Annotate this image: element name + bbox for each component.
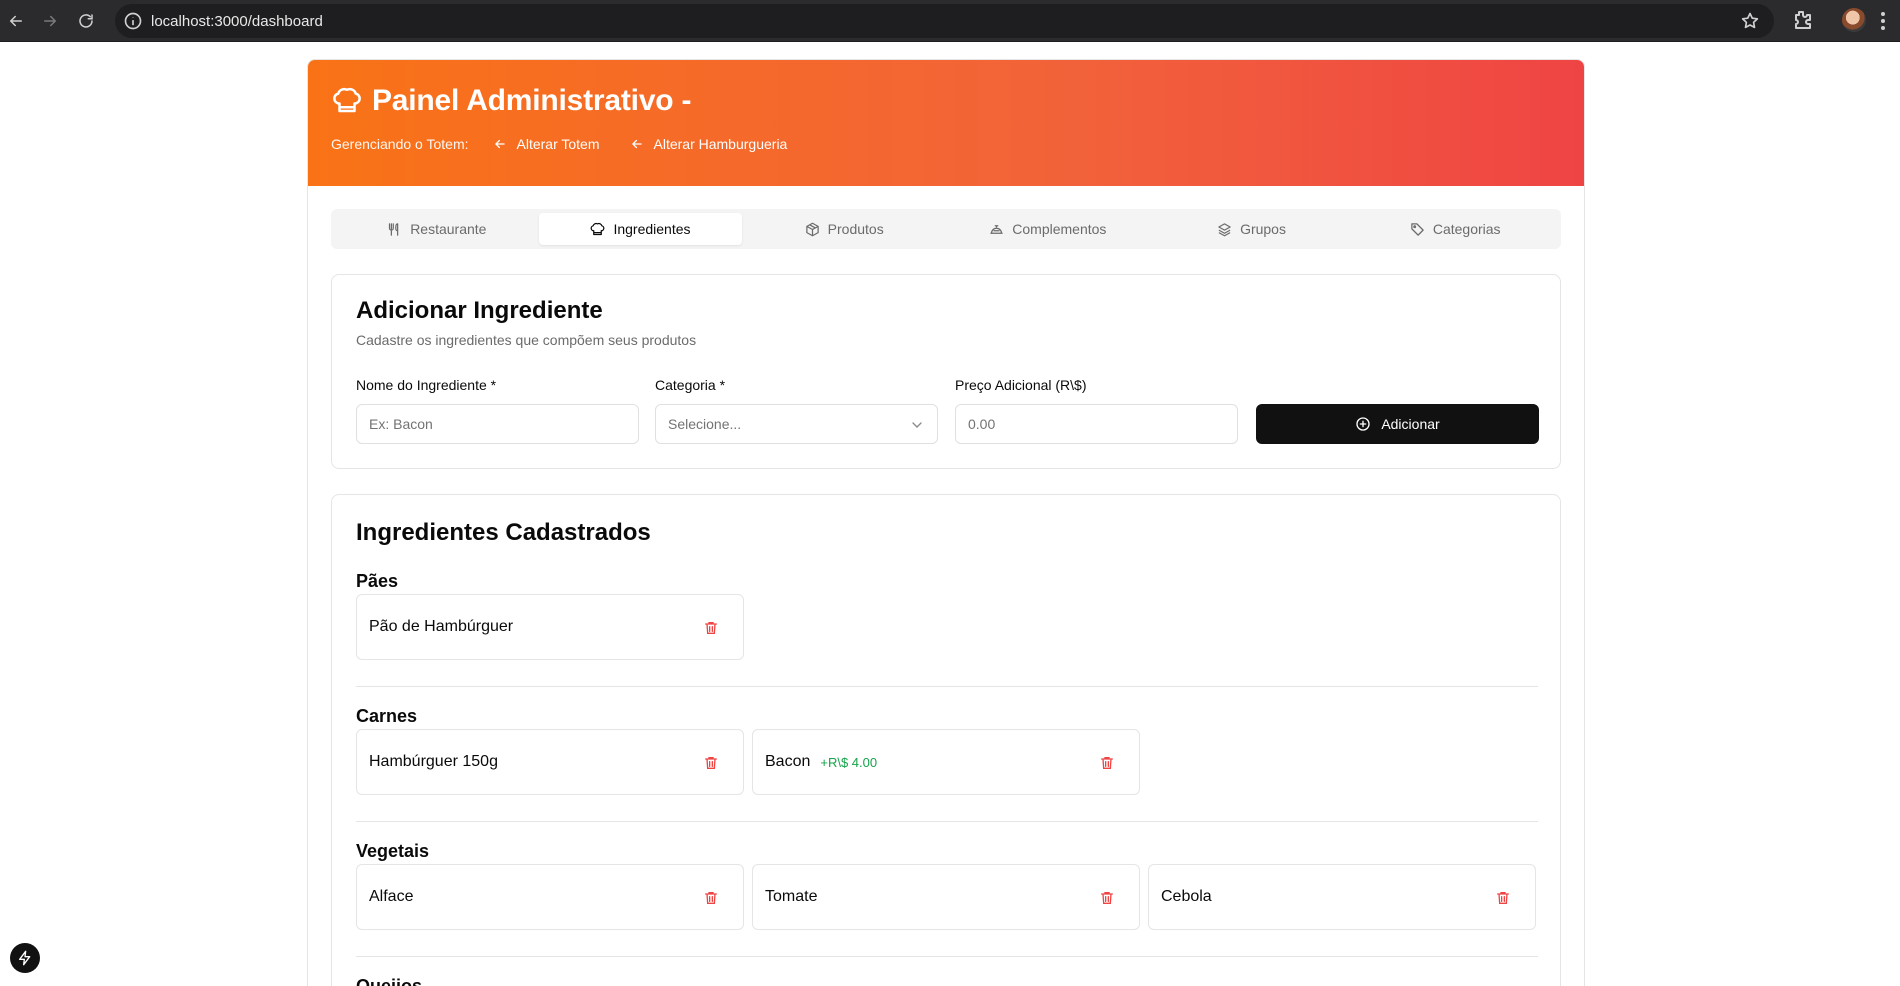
bookmark-star-icon[interactable] [1740, 11, 1760, 31]
category-heading: Pães [356, 571, 399, 591]
chef-hat-icon [333, 87, 361, 113]
category-label: Categoria * [655, 377, 726, 393]
ingredient-list: Hambúrguer 150g Bacon +R\$ 4.00 [356, 729, 1140, 795]
ingredients-list-card: Ingredientes Cadastrados Pães Pão de Ham… [331, 494, 1561, 986]
category-heading: Vegetais [356, 841, 430, 861]
change-restaurant-link[interactable]: Alterar Hamburgueria [630, 136, 788, 152]
layers-icon [1218, 222, 1231, 236]
ingredient-name: Bacon [765, 753, 811, 770]
chef-hat-icon [591, 222, 605, 235]
tab-complementos[interactable]: Complementos [946, 213, 1150, 245]
ingredient-name: Alface [369, 888, 414, 905]
trash-icon[interactable] [703, 890, 719, 906]
menu-icon[interactable] [1880, 9, 1886, 33]
add-ingredient-button[interactable]: Adicionar [1256, 404, 1539, 444]
category-heading: Carnes [356, 706, 418, 726]
totem-label: Gerenciando o Totem: [331, 136, 469, 152]
ingredient-name: Cebola [1161, 888, 1212, 905]
tab-restaurante[interactable]: Restaurante [335, 213, 539, 245]
cloche-icon [990, 224, 1004, 234]
page-title: Painel Administrativo - [372, 84, 692, 117]
extensions-icon[interactable] [1790, 8, 1814, 32]
site-info-icon[interactable] [123, 11, 143, 31]
trash-icon[interactable] [1099, 755, 1115, 771]
change-restaurant-label: Alterar Hamburgueria [653, 136, 788, 152]
tab-label: Ingredientes [613, 221, 691, 237]
ingredient-list: Alface Tomate Cebola [356, 864, 1536, 930]
browser-toolbar: localhost:3000/dashboard [0, 0, 1900, 42]
ingredient-name-placeholder: Ex: Bacon [369, 416, 433, 432]
trash-icon[interactable] [1099, 890, 1115, 906]
category-select[interactable]: Selecione... [655, 404, 938, 444]
ingredient-item: Alface [356, 864, 744, 930]
ingredient-price: +R\$ 4.00 [820, 754, 878, 770]
url-text: localhost:3000/dashboard [151, 13, 323, 30]
ingredient-item: Tomate [752, 864, 1140, 930]
tag-icon [1411, 222, 1424, 236]
tab-label: Restaurante [410, 221, 487, 237]
change-totem-link[interactable]: Alterar Totem [493, 136, 600, 152]
utensils-icon [389, 222, 399, 236]
back-icon[interactable] [2, 7, 30, 35]
dev-tools-button[interactable] [10, 943, 40, 973]
add-button-label: Adicionar [1381, 416, 1440, 432]
trash-icon[interactable] [1495, 890, 1511, 906]
header-subtitle: Gerenciando o Totem: Alterar Totem Alter… [331, 136, 817, 152]
tab-label: Grupos [1240, 221, 1286, 237]
category-section-vegetais: Vegetais Alface Tomate Cebola [356, 841, 1538, 930]
ingredient-name-input[interactable]: Ex: Bacon [356, 404, 639, 444]
tab-label: Complementos [1012, 221, 1107, 237]
arrow-left-icon [494, 139, 505, 149]
ingredient-item: Hambúrguer 150g [356, 729, 744, 795]
category-section-paes: Pães Pão de Hambúrguer [356, 571, 1538, 660]
header-title-row: Painel Administrativo - [332, 84, 692, 118]
dashboard-card: Painel Administrativo - Gerenciando o To… [307, 59, 1585, 986]
price-label: Preço Adicional (R\$) [955, 377, 1087, 393]
tab-produtos[interactable]: Produtos [742, 213, 946, 245]
change-totem-label: Alterar Totem [516, 136, 600, 152]
ingredient-name: Pão de Hambúrguer [369, 618, 514, 635]
add-ingredient-description: Cadastre os ingredientes que compõem seu… [356, 332, 697, 348]
trash-icon[interactable] [703, 620, 719, 636]
chevron-down-icon [912, 422, 922, 428]
price-input[interactable]: 0.00 [955, 404, 1238, 444]
ingredient-name-label: Nome do Ingrediente * [356, 377, 497, 393]
tab-categorias[interactable]: Categorias [1353, 213, 1557, 245]
ingredient-item: Pão de Hambúrguer [356, 594, 744, 660]
ingredient-list: Pão de Hambúrguer [356, 594, 744, 660]
header-banner: Painel Administrativo - Gerenciando o To… [308, 60, 1584, 186]
arrow-left-icon [631, 139, 642, 149]
address-bar[interactable]: localhost:3000/dashboard [115, 4, 1774, 38]
forward-icon[interactable] [36, 7, 64, 35]
trash-icon[interactable] [703, 755, 719, 771]
add-ingredient-title: Adicionar Ingrediente [356, 297, 603, 324]
section-divider [356, 686, 1538, 687]
lightning-icon [19, 950, 31, 966]
tab-ingredientes[interactable]: Ingredientes [538, 213, 743, 245]
category-heading: Queijos [356, 976, 423, 986]
ingredient-item: Cebola [1148, 864, 1536, 930]
add-ingredient-card: Adicionar Ingrediente Cadastre os ingred… [331, 274, 1561, 469]
profile-avatar[interactable] [1842, 8, 1866, 32]
category-section-queijos: Queijos [356, 976, 1538, 986]
package-icon [805, 222, 819, 236]
section-divider [356, 821, 1538, 822]
tab-label: Categorias [1432, 221, 1501, 237]
reload-icon[interactable] [72, 7, 100, 35]
ingredient-name: Tomate [765, 888, 818, 905]
category-placeholder: Selecione... [668, 416, 742, 432]
ingredient-item: Bacon +R\$ 4.00 [752, 729, 1140, 795]
category-section-carnes: Carnes Hambúrguer 150g Bacon +R\$ 4.00 [356, 706, 1538, 795]
plus-circle-icon [1356, 417, 1370, 431]
ingredient-name: Hambúrguer 150g [369, 753, 498, 770]
section-divider [356, 956, 1538, 957]
price-placeholder: 0.00 [968, 416, 996, 432]
tab-bar: Restaurante Ingredientes Produtos Comple… [331, 209, 1561, 249]
tab-label: Produtos [827, 221, 884, 237]
ingredients-list-title: Ingredientes Cadastrados [356, 519, 651, 546]
tab-grupos[interactable]: Grupos [1150, 213, 1354, 245]
